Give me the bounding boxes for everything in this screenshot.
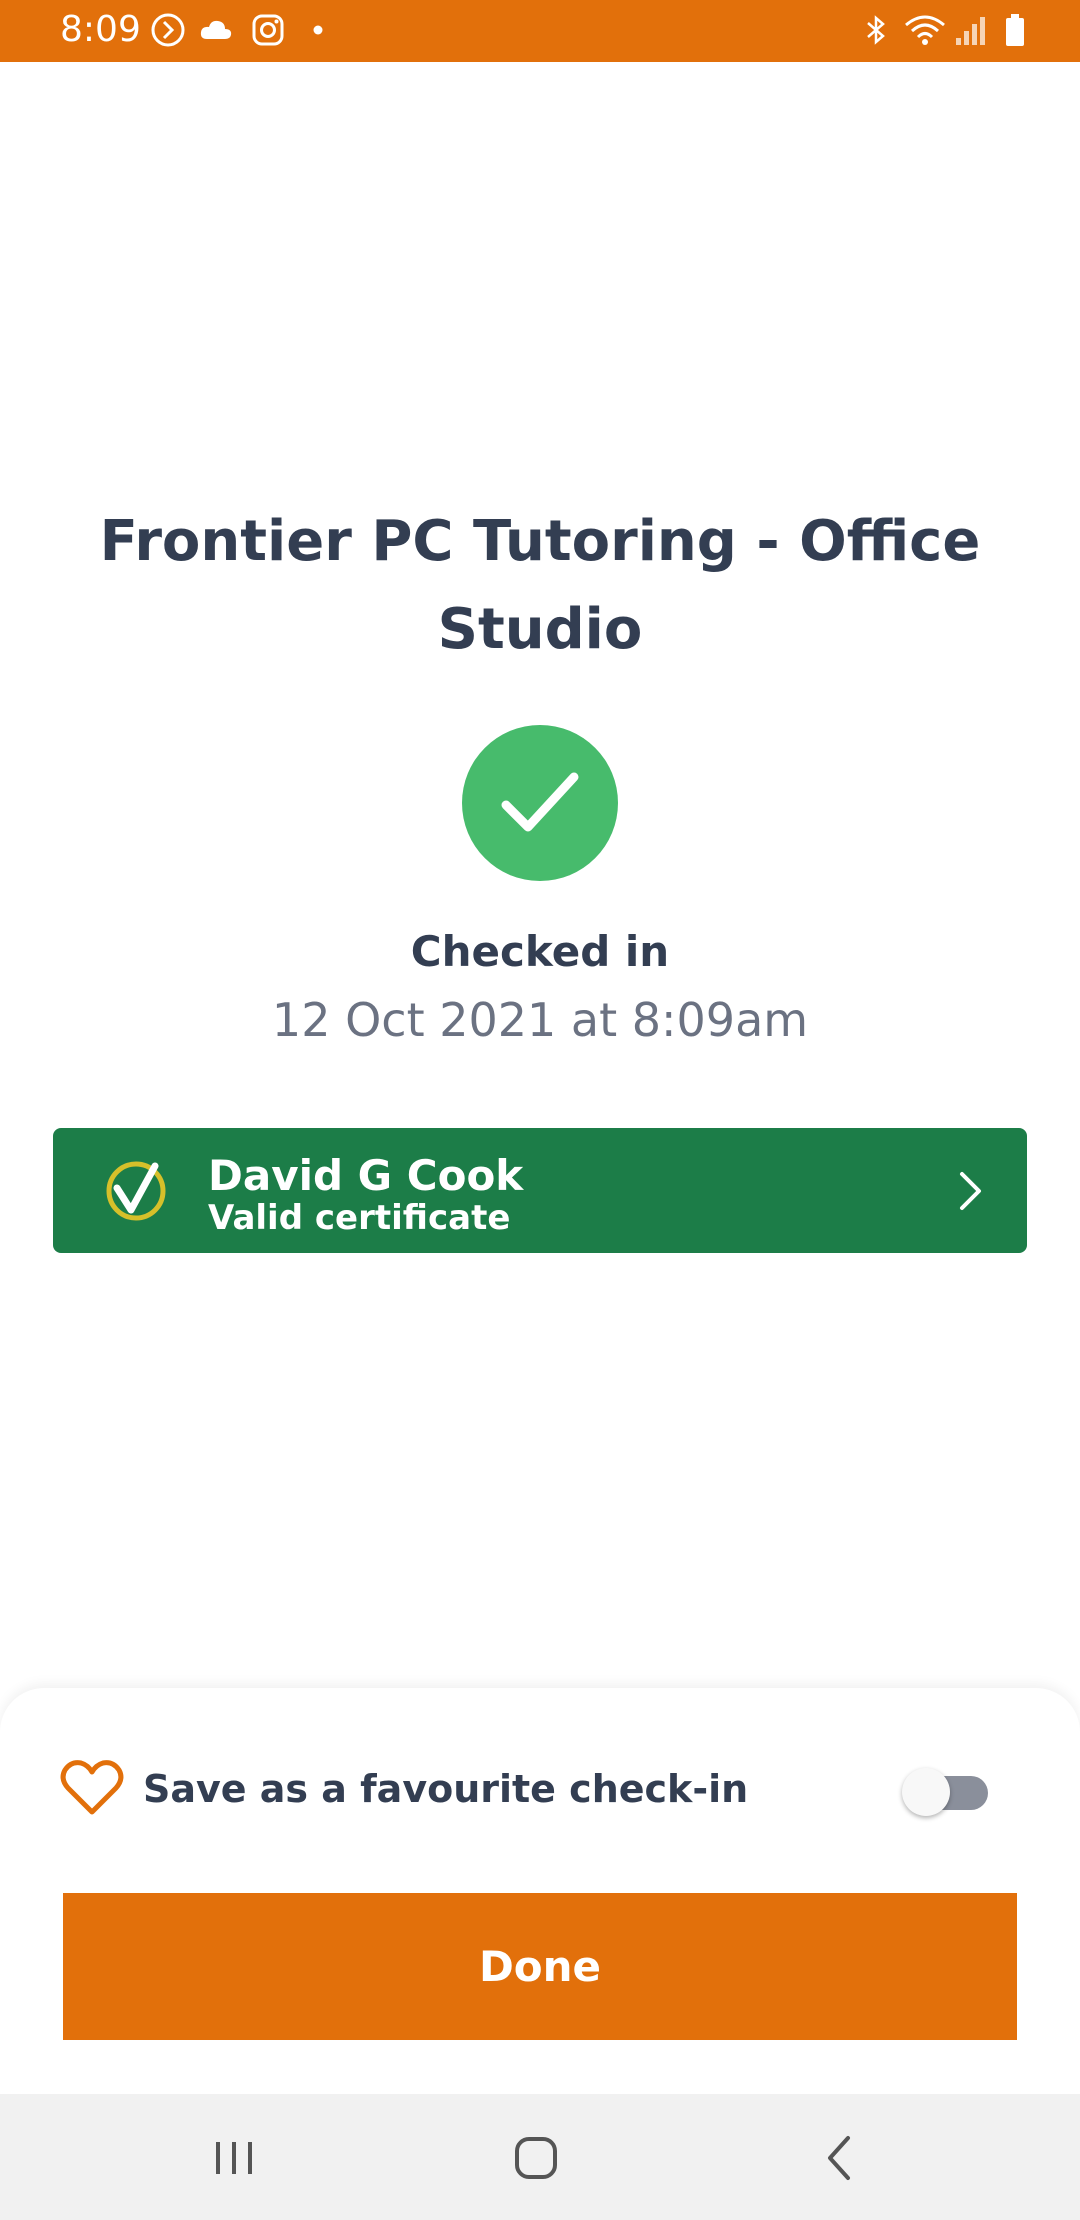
navigation-bar xyxy=(0,2094,1080,2220)
check-in-timestamp: 12 Oct 2021 at 8:09am xyxy=(271,993,809,1047)
notification-dot-icon xyxy=(313,25,323,35)
bottom-sheet: Save as a favourite check-in Done xyxy=(0,1688,1080,2094)
certificate-status: Valid certificate xyxy=(208,1198,511,1238)
checkmark-icon xyxy=(462,725,618,881)
done-button[interactable]: Done xyxy=(63,1893,1017,2040)
favourite-label: Save as a favourite check-in xyxy=(143,1767,749,1811)
favourite-toggle[interactable] xyxy=(902,1766,992,1816)
heart-icon xyxy=(60,1760,124,1815)
recent-apps-icon[interactable] xyxy=(202,2126,266,2190)
instagram-icon xyxy=(252,14,284,46)
bluetooth-icon xyxy=(867,15,885,45)
sync-icon xyxy=(151,13,185,47)
status-bar: 8:09 xyxy=(0,0,1080,62)
home-icon[interactable] xyxy=(504,2126,568,2190)
venue-title: Frontier PC Tutoring - Office Studio xyxy=(99,509,981,662)
certificate-holder-name: David G Cook xyxy=(208,1151,524,1200)
status-time: 8:09 xyxy=(60,9,141,50)
signal-icon xyxy=(956,17,985,45)
battery-icon xyxy=(1006,14,1024,46)
wifi-icon xyxy=(905,15,945,45)
chevron-right-icon xyxy=(960,1172,981,1210)
favourite-row: Save as a favourite check-in xyxy=(60,1750,1020,1830)
toggle-thumb xyxy=(902,1768,950,1816)
checked-in-label: Checked in xyxy=(410,927,670,976)
certificate-check-icon xyxy=(106,1161,166,1221)
check-in-confirmation-screen: 8:09 Frontier PC Tutoring - Office Studi… xyxy=(0,0,1080,2220)
cloud-icon xyxy=(200,20,232,39)
back-icon[interactable] xyxy=(808,2126,872,2190)
certificate-banner[interactable]: David G Cook Valid certificate xyxy=(53,1128,1027,1253)
